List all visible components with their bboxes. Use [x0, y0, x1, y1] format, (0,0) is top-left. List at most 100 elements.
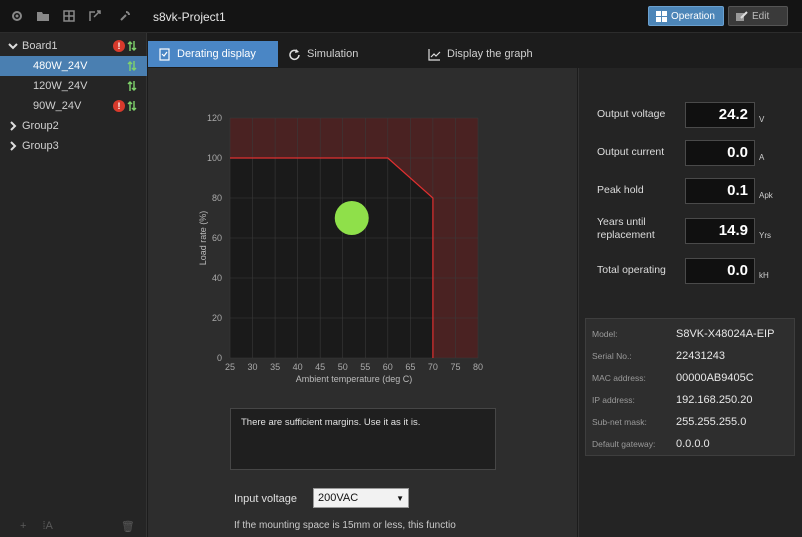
- top-toolbar: s8vk-Project1 Operation Edit: [0, 0, 802, 33]
- y-tick-label: 100: [207, 153, 222, 163]
- status-panel: Output voltage 24.2 V Output current 0.0…: [578, 68, 802, 537]
- y-tick-label: 20: [212, 313, 222, 323]
- edit-label: Edit: [752, 10, 770, 22]
- sidebar-footer: + ⁞A 🗑: [0, 515, 147, 537]
- y-tick-label: 40: [212, 273, 222, 283]
- info-value: 192.168.250.20: [676, 393, 753, 406]
- add-icon[interactable]: +: [20, 520, 26, 532]
- measurement-label: Output voltage: [597, 108, 666, 120]
- tree-item-label: 480W_24V: [33, 60, 88, 72]
- measurement-value: 0.0: [685, 140, 755, 166]
- measurement-output-current: Output current 0.0 A: [579, 136, 802, 170]
- tab-label: Simulation: [307, 48, 359, 60]
- x-tick-label: 45: [315, 362, 325, 372]
- tree-item-label: Group3: [22, 140, 59, 152]
- operation-label: Operation: [671, 10, 715, 22]
- measurement-years-until-replacement: Years until replacement 14.9 Yrs: [579, 214, 802, 248]
- settings-icon[interactable]: [10, 9, 24, 23]
- x-tick-label: 35: [270, 362, 280, 372]
- measurement-unit: Yrs: [759, 231, 771, 240]
- info-key: MAC address:: [592, 372, 646, 383]
- rename-icon[interactable]: ⁞A: [42, 520, 52, 532]
- export-icon[interactable]: [88, 9, 102, 23]
- folder-icon[interactable]: [36, 9, 50, 23]
- measurement-unit: V: [759, 115, 765, 124]
- y-tick-label: 120: [207, 113, 222, 123]
- transfer-arrows-icon: [127, 80, 137, 92]
- measurement-unit: A: [759, 153, 765, 162]
- measurement-total-operating: Total operating 0.0 kH: [579, 254, 802, 288]
- measurement-output-voltage: Output voltage 24.2 V: [579, 98, 802, 132]
- info-key: Default gateway:: [592, 438, 656, 449]
- measurement-value: 0.0: [685, 258, 755, 284]
- tree-item-120w-24v[interactable]: 120W_24V: [0, 76, 147, 96]
- tab-label: Display the graph: [447, 48, 533, 60]
- tree-item-group2[interactable]: Group2: [0, 116, 147, 136]
- x-tick-label: 75: [450, 362, 460, 372]
- tree-item-board1[interactable]: Board1 !: [0, 36, 147, 56]
- derating-chart-svg: 25 30 35 40 45 50 55 60 65 70 75 80 0 20 40 60 80 100 120 A…: [198, 113, 483, 384]
- info-row-mac: MAC address: 00000AB9405C: [586, 367, 796, 388]
- safe-operating-area: [230, 158, 433, 358]
- operation-icon: [656, 10, 667, 22]
- y-tick-label: 60: [212, 233, 222, 243]
- info-row-gateway: Default gateway: 0.0.0.0: [586, 433, 796, 454]
- derating-chart: 25 30 35 40 45 50 55 60 65 70 75 80 0 20 40 60 80 100 120 A…: [188, 106, 508, 426]
- wrench-icon[interactable]: [118, 9, 132, 23]
- chevron-right-icon[interactable]: [8, 141, 18, 151]
- grid-icon[interactable]: [62, 9, 76, 23]
- measurement-value: 14.9: [685, 218, 755, 244]
- warning-icon: !: [113, 40, 125, 52]
- tree-item-label: 120W_24V: [33, 80, 88, 92]
- tree-item-label: Board1: [22, 40, 58, 52]
- chevron-right-icon[interactable]: [8, 121, 18, 131]
- refresh-icon: [289, 48, 300, 60]
- x-tick-label: 50: [338, 362, 348, 372]
- dropdown-arrow-icon: ▼: [396, 493, 404, 503]
- chevron-down-icon[interactable]: [8, 41, 18, 51]
- tab-label: Derating display: [177, 48, 256, 60]
- y-axis-label: Load rate (%): [198, 211, 208, 266]
- info-key: Model:: [592, 328, 618, 339]
- measurement-unit: Apk: [759, 191, 773, 200]
- x-tick-label: 60: [383, 362, 393, 372]
- tab-simulation[interactable]: Simulation: [278, 41, 418, 67]
- tree-item-label: Group2: [22, 120, 59, 132]
- transfer-arrows-icon: [127, 100, 137, 112]
- tree-item-label: 90W_24V: [33, 100, 82, 112]
- input-voltage-label: Input voltage: [234, 493, 297, 505]
- tab-display-graph[interactable]: Display the graph: [418, 41, 558, 67]
- x-tick-label: 70: [428, 362, 438, 372]
- measurement-unit: kH: [759, 271, 769, 280]
- info-key: IP address:: [592, 394, 635, 405]
- info-row-serial: Serial No.: 22431243: [586, 345, 796, 366]
- input-voltage-select[interactable]: 200VAC ▼: [313, 488, 409, 508]
- measurement-peak-hold: Peak hold 0.1 Apk: [579, 174, 802, 208]
- edit-icon: [736, 10, 748, 21]
- info-key: Serial No.:: [592, 350, 632, 361]
- tree-item-90w-24v[interactable]: 90W_24V !: [0, 96, 147, 116]
- delete-icon[interactable]: 🗑: [121, 520, 135, 533]
- info-value: 22431243: [676, 349, 725, 362]
- edit-mode-button[interactable]: Edit: [728, 6, 788, 26]
- info-row-subnet: Sub-net mask: 255.255.255.0: [586, 411, 796, 432]
- project-title: s8vk-Project1: [153, 10, 226, 24]
- input-voltage-value: 200VAC: [318, 492, 359, 504]
- view-tabs: Derating display Simulation Display the …: [148, 41, 558, 67]
- mounting-note: If the mounting space is 15mm or less, t…: [234, 520, 456, 531]
- warning-icon: !: [113, 100, 125, 112]
- measurement-value: 24.2: [685, 102, 755, 128]
- tree-item-480w-24v[interactable]: 480W_24V: [0, 56, 147, 76]
- measurement-label: Output current: [597, 146, 665, 158]
- info-row-model: Model: S8VK-X48024A-EIP: [586, 323, 796, 344]
- x-axis-label: Ambient temperature (deg C): [296, 374, 413, 384]
- line-graph-icon: [428, 48, 441, 61]
- measurement-label: Years until replacement: [597, 216, 655, 241]
- x-tick-label: 25: [225, 362, 235, 372]
- measurement-value: 0.1: [685, 178, 755, 204]
- device-tree-sidebar: Board1 ! 480W_24V 120W_24V 90W_24V ! Gro…: [0, 33, 147, 537]
- tab-derating-display[interactable]: Derating display: [148, 41, 278, 67]
- tree-item-group3[interactable]: Group3: [0, 136, 147, 156]
- derating-panel: 25 30 35 40 45 50 55 60 65 70 75 80 0 20 40 60 80 100 120 A…: [148, 68, 577, 537]
- operation-mode-button[interactable]: Operation: [648, 6, 724, 26]
